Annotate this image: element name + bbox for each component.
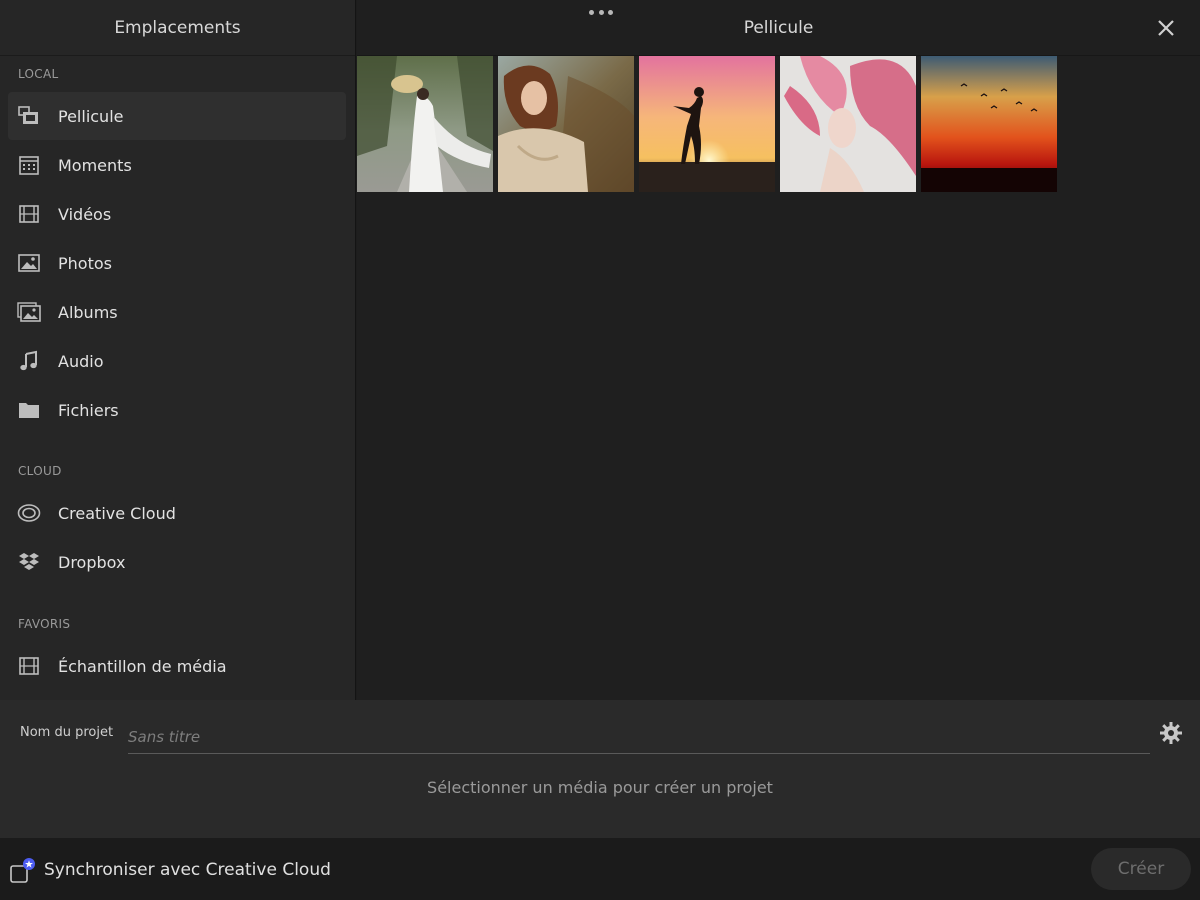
sync-checkbox[interactable] [10,858,36,884]
sidebar-item-label: Audio [58,351,104,371]
sidebar-item-label: Pellicule [58,106,124,126]
main-header: Pellicule [357,0,1200,56]
sidebar-item-audio[interactable]: Audio [8,337,346,385]
media-thumbnail[interactable] [357,56,493,192]
sidebar-item-label: Dropbox [58,552,126,572]
sidebar-item-videos[interactable]: Vidéos [8,190,346,238]
sidebar-item-label: Creative Cloud [58,503,176,523]
close-icon[interactable] [1154,16,1178,40]
dropbox-icon [17,550,41,574]
gear-icon[interactable] [1159,721,1183,745]
sidebar-item-albums[interactable]: Albums [8,288,346,336]
sidebar-item-label: Albums [58,302,118,322]
film-icon [17,654,41,678]
calendar-icon [17,153,41,177]
section-label-favorites: FAVORIS [18,617,71,631]
project-name-input[interactable] [128,720,1150,754]
creative-cloud-icon [17,501,41,525]
page-title: Pellicule [743,17,814,38]
empty-selection-hint: Sélectionner un média pour créer un proj… [427,778,773,797]
media-thumbnail[interactable] [780,56,916,192]
media-thumbnail[interactable] [498,56,634,192]
music-note-icon [17,349,41,373]
sidebar-title: Emplacements [0,0,355,56]
media-grid [357,56,1057,192]
image-icon [17,251,41,275]
media-thumbnail[interactable] [639,56,775,192]
sidebar-item-label: Vidéos [58,204,112,224]
sidebar-item-pellicule[interactable]: Pellicule [8,92,346,140]
media-browser: Pellicule [357,0,1200,700]
sidebar-item-label: Échantillon de média [58,656,227,676]
sidebar-item-sample-media[interactable]: Échantillon de média [8,642,346,690]
sidebar-item-creative-cloud[interactable]: Creative Cloud [8,489,346,537]
sidebar-item-photos[interactable]: Photos [8,239,346,287]
more-dots-icon[interactable] [586,4,616,20]
footer-bar: Synchroniser avec Creative Cloud Créer [0,838,1200,900]
sidebar-item-label: Moments [58,155,132,175]
camera-roll-icon [17,104,41,128]
sidebar-item-label: Fichiers [58,400,119,420]
sidebar-item-label: Photos [58,253,112,273]
film-icon [17,202,41,226]
albums-icon [17,300,41,324]
locations-sidebar: Emplacements LOCAL Pellicule Moments Vid… [0,0,356,700]
sidebar-item-dropbox[interactable]: Dropbox [8,538,346,586]
create-button[interactable]: Créer [1091,848,1191,890]
section-label-local: LOCAL [18,67,59,81]
sync-label: Synchroniser avec Creative Cloud [44,860,331,880]
section-label-cloud: CLOUD [18,464,62,478]
sidebar-item-moments[interactable]: Moments [8,141,346,189]
project-panel: Nom du projet Sélectionner un média pour… [0,700,1200,838]
sidebar-item-fichiers[interactable]: Fichiers [8,386,346,434]
media-thumbnail[interactable] [921,56,1057,192]
project-name-label: Nom du projet [20,725,114,740]
folder-icon [17,398,41,422]
